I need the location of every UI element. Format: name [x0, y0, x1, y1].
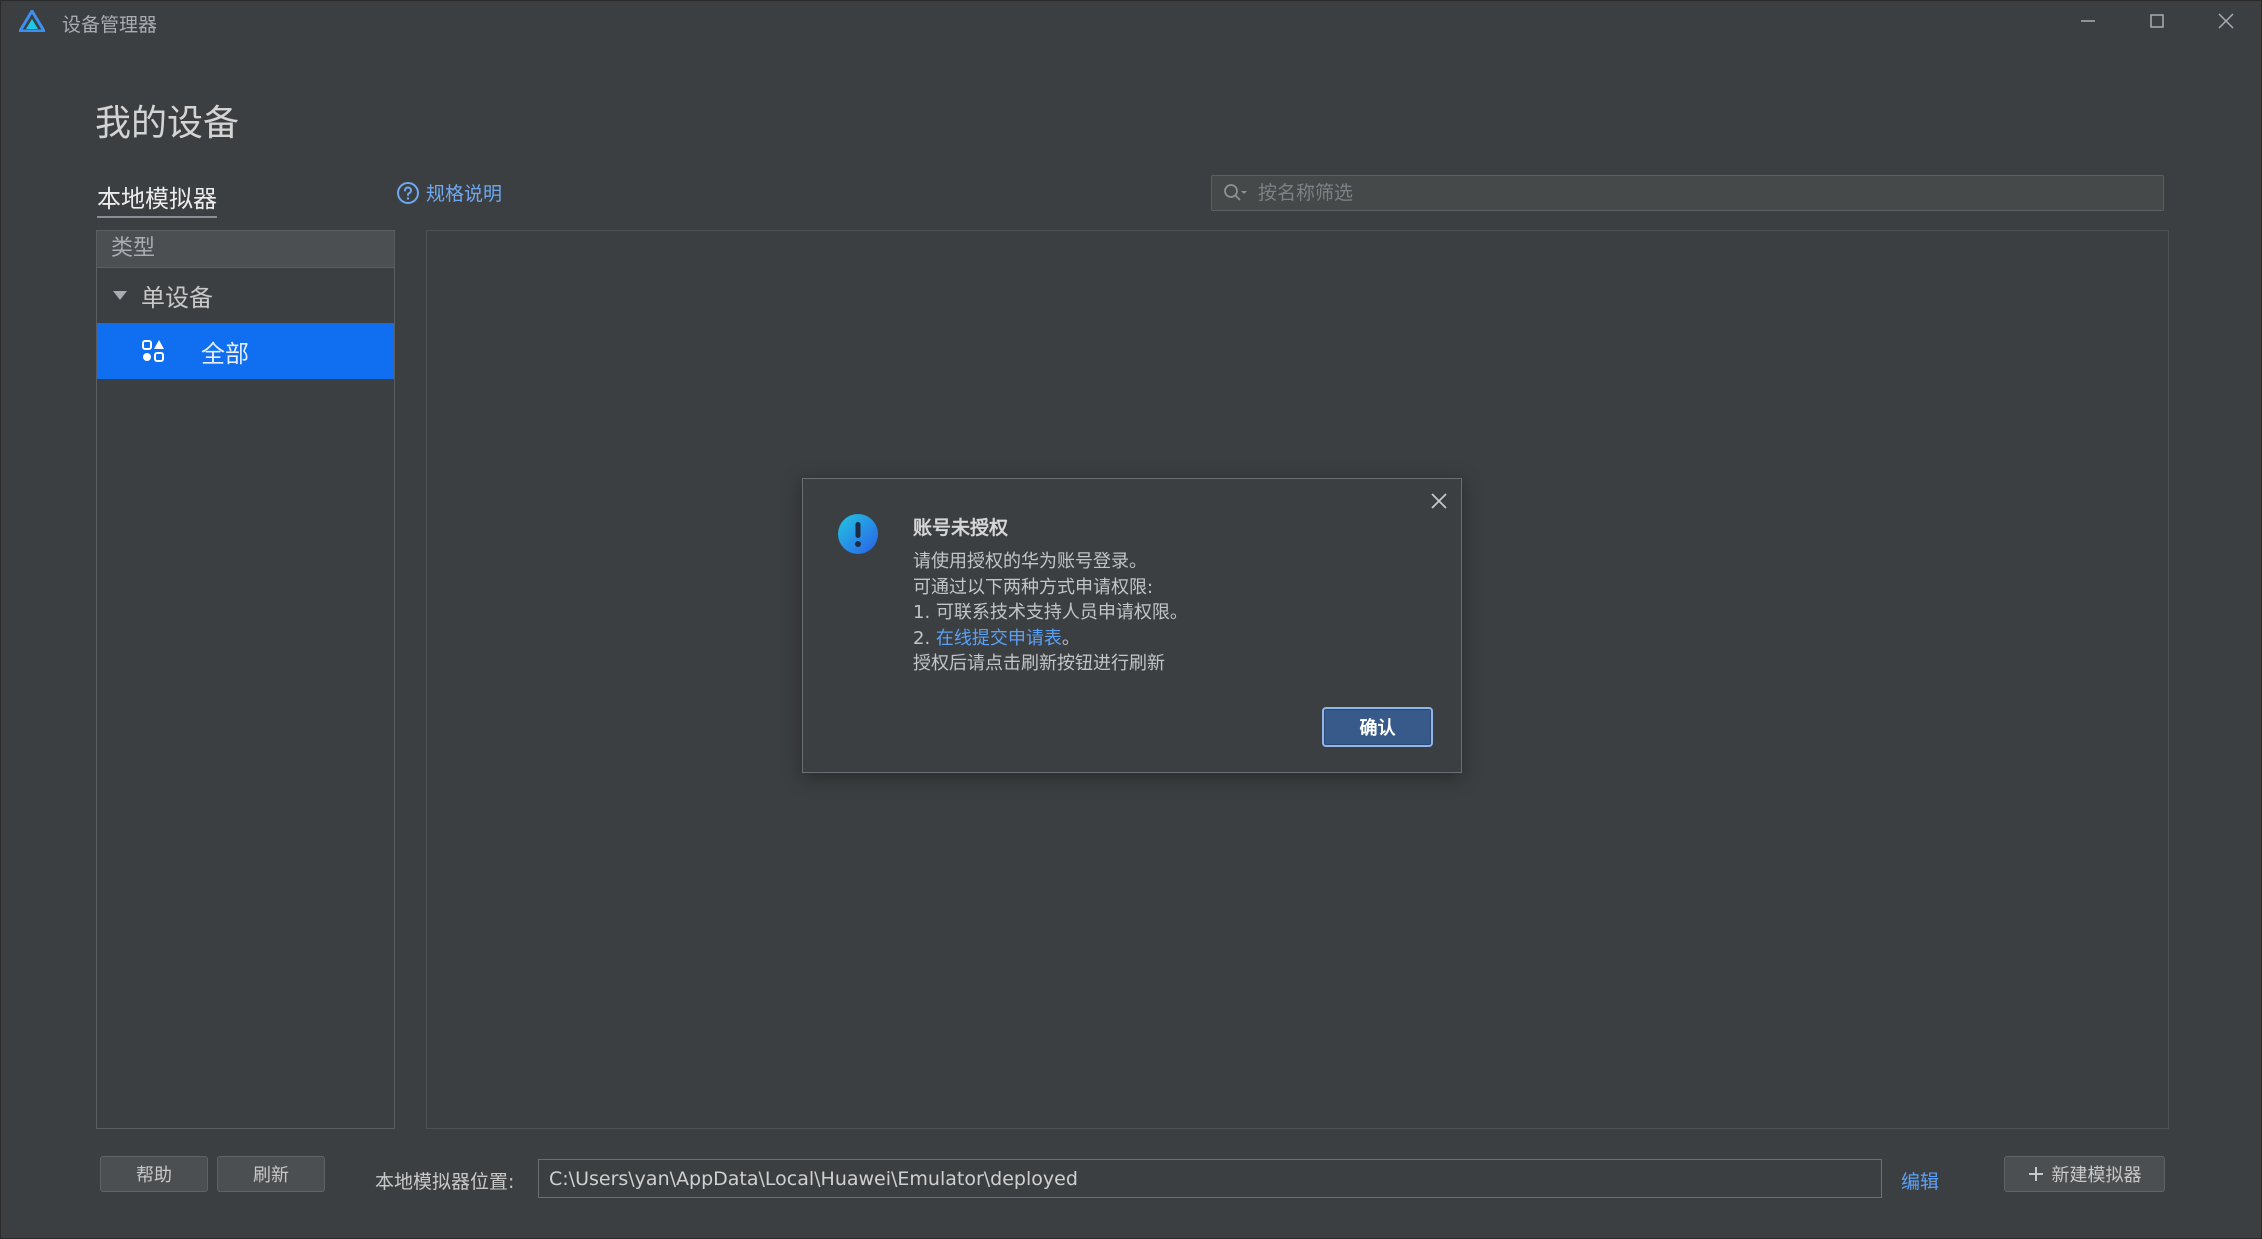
device-type-panel: 类型 单设备 全部 [96, 230, 395, 1129]
dialog-line: 2. 在线提交申请表。 [913, 626, 1188, 652]
unauthorized-dialog: 账号未授权 请使用授权的华为账号登录。 可通过以下两种方式申请权限: 1. 可联… [802, 478, 1462, 773]
window-title: 设备管理器 [62, 14, 158, 36]
emulator-path-label: 本地模拟器位置: [375, 1171, 515, 1193]
dialog-line-suffix: 。 [1061, 627, 1080, 649]
close-window-button[interactable] [2201, 5, 2251, 37]
sidebar-item-label: 全部 [201, 339, 249, 368]
maximize-icon [2150, 14, 2164, 28]
question-circle-icon [397, 181, 419, 204]
group-label: 单设备 [141, 284, 213, 312]
minimize-icon [2081, 20, 2095, 22]
refresh-button[interactable]: 刷新 [217, 1156, 325, 1192]
group-single-device[interactable]: 单设备 [97, 268, 394, 323]
spec-link[interactable]: 规格说明 [396, 179, 502, 206]
emulator-path-input[interactable] [538, 1159, 1882, 1198]
search-box[interactable] [1211, 175, 2164, 211]
new-emulator-label: 新建模拟器 [2051, 1165, 2142, 1186]
tab-local-emulator[interactable]: 本地模拟器 [97, 179, 217, 218]
sidebar-item-all[interactable]: 全部 [97, 323, 394, 379]
exclamation-icon [838, 514, 878, 554]
close-icon[interactable] [1427, 489, 1451, 513]
maximize-button[interactable] [2132, 5, 2182, 37]
dialog-line: 请使用授权的华为账号登录。 [913, 551, 1147, 572]
title-bar: 设备管理器 [1, 1, 2261, 41]
search-input[interactable] [1248, 176, 2163, 210]
edit-path-link[interactable]: 编辑 [1901, 1167, 1939, 1194]
dialog-line: 可通过以下两种方式申请权限: [913, 576, 1154, 598]
page-title: 我的设备 [95, 103, 240, 144]
device-manager-window: 设备管理器 我的设备 本地模拟器 规格说明 按名称筛选 类型 单设备 全部 账号… [0, 0, 2262, 1239]
caret-down-icon [113, 291, 127, 300]
online-application-link[interactable]: 在线提交申请表 [936, 628, 1062, 649]
panel-header-type: 类型 [97, 231, 394, 268]
shapes-grid-icon [142, 340, 164, 362]
new-emulator-button[interactable]: 新建模拟器 [2004, 1156, 2165, 1192]
dialog-line: 授权后请点击刷新按钮进行刷新 [913, 653, 1165, 674]
dialog-message: 请使用授权的华为账号登录。 可通过以下两种方式申请权限: 1. 可联系技术支持人… [913, 549, 1188, 677]
search-icon [1224, 184, 1247, 201]
close-icon [2218, 13, 2234, 29]
deveco-logo-icon [19, 10, 45, 32]
dialog-title: 账号未授权 [913, 517, 1009, 539]
minimize-button[interactable] [2063, 5, 2113, 37]
dialog-line: 1. 可联系技术支持人员申请权限。 [913, 602, 1188, 623]
spec-link-label: 规格说明 [426, 183, 503, 205]
dialog-line-prefix: 2. [913, 627, 936, 649]
help-button[interactable]: 帮助 [100, 1156, 208, 1192]
plus-icon [2028, 1167, 2043, 1181]
confirm-button[interactable]: 确认 [1322, 707, 1433, 747]
